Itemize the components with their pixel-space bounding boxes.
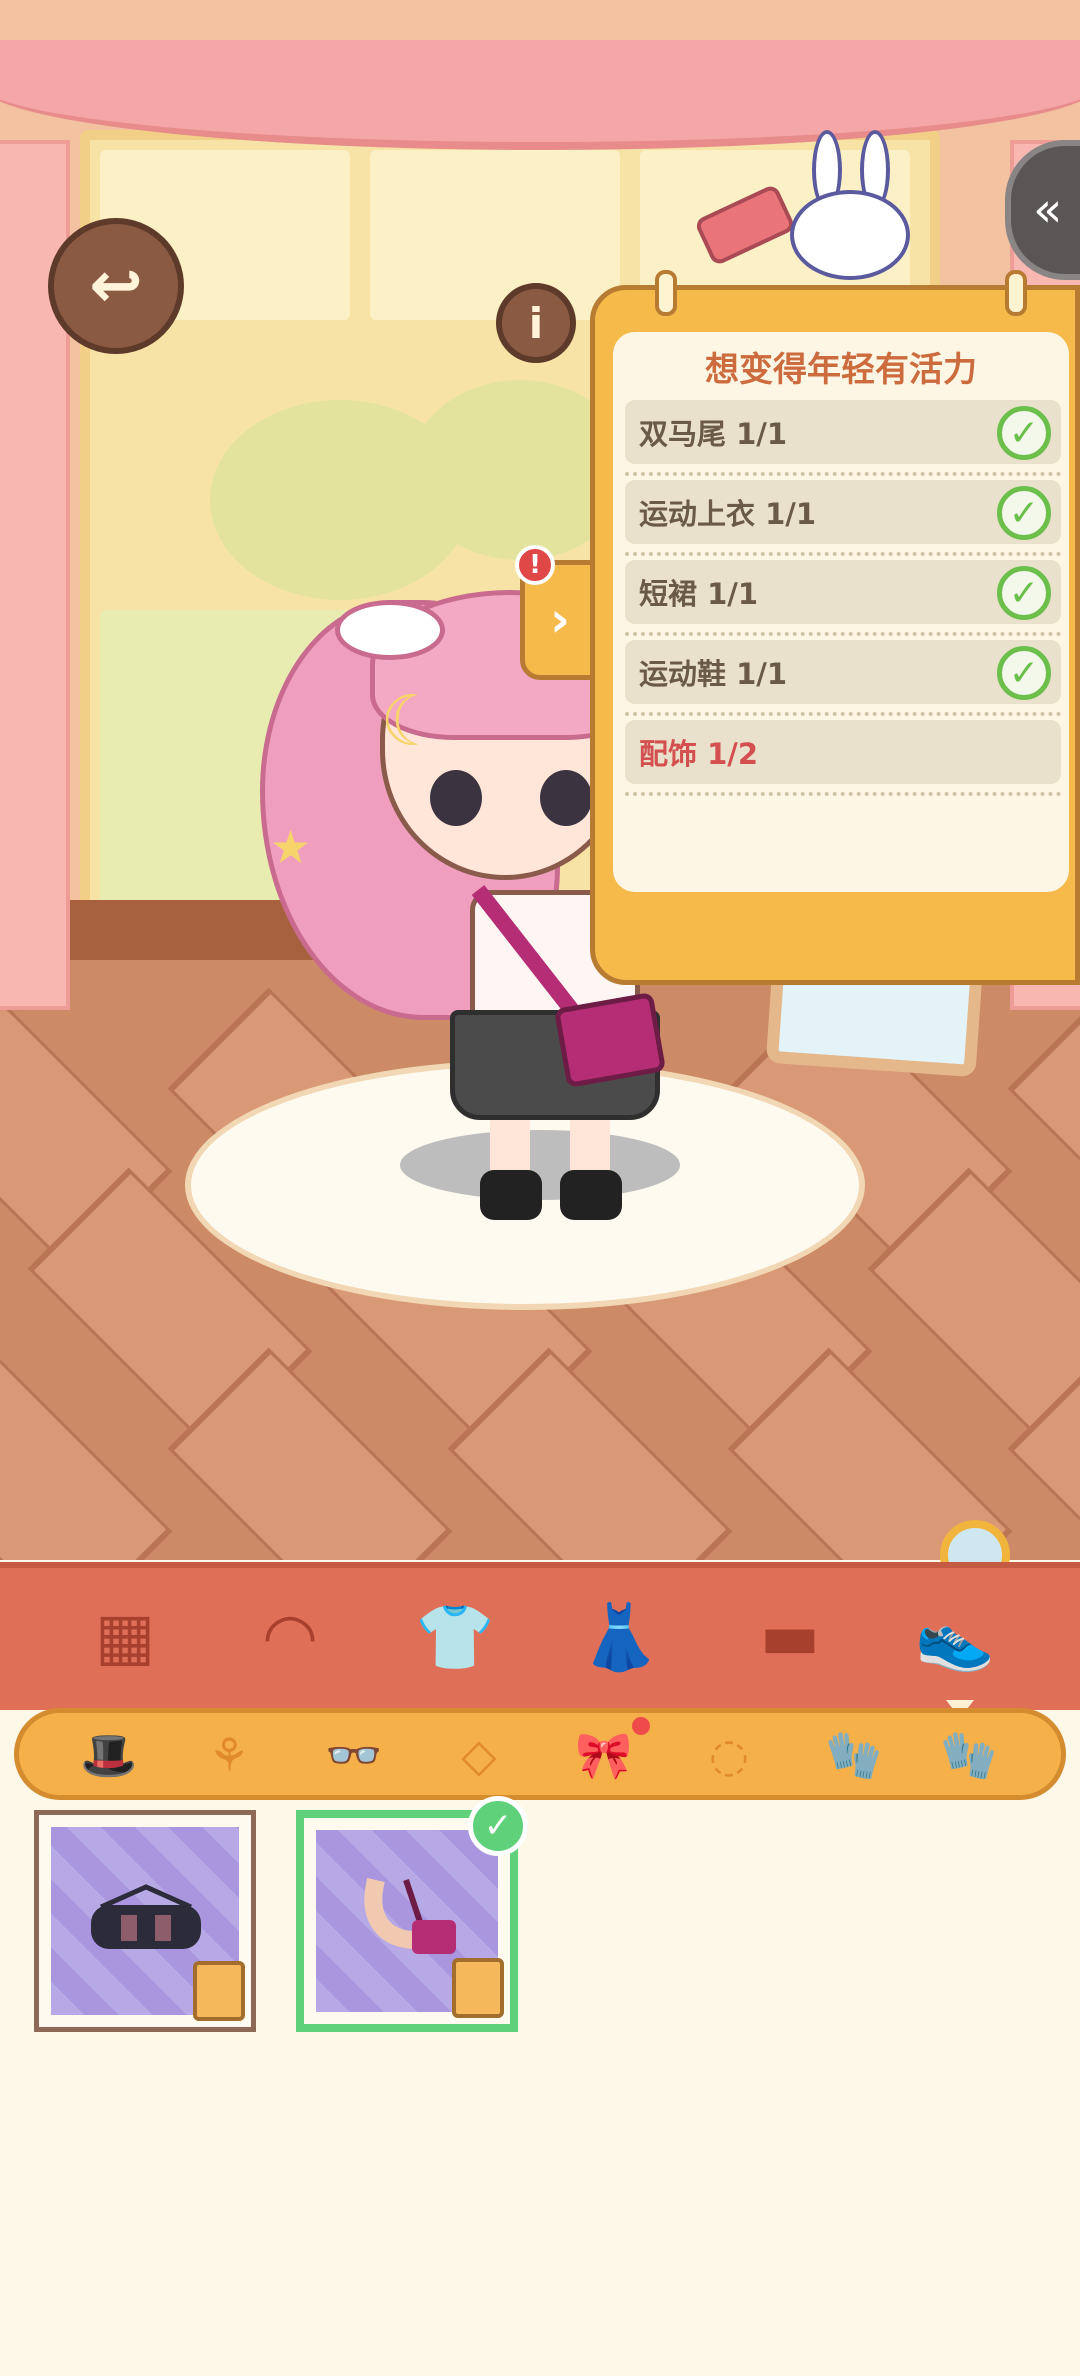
category-all[interactable]: ▦	[75, 1592, 175, 1682]
hat-icon: 🎩	[80, 1727, 138, 1782]
clipboard-icon	[193, 1961, 245, 2021]
shirt-icon: 👕	[415, 1600, 495, 1675]
subcategory-earrings[interactable]: ⚘	[184, 1723, 274, 1787]
category-top[interactable]: 👕	[405, 1592, 505, 1682]
back-button[interactable]: ↩	[48, 218, 184, 354]
star-hairclip-icon: ★	[270, 820, 312, 874]
subcategory-glasses[interactable]: 👓	[309, 1723, 399, 1787]
bow-icon: 🎀	[575, 1727, 633, 1782]
equipped-check-icon: ✓	[468, 1796, 528, 1856]
category-bottom[interactable]: ▬	[740, 1592, 840, 1682]
quest-card: 想变得年轻有活力 双马尾 1/1 ✓ 运动上衣 1/1 ✓ 短裙 1/1 ✓ 运…	[613, 332, 1069, 892]
mitten-icon: 🧤	[825, 1727, 883, 1782]
necklace-icon: ◇	[461, 1728, 497, 1782]
check-icon: ✓	[997, 566, 1051, 620]
subcategory-necklace[interactable]: ◇	[434, 1723, 524, 1787]
category-shoes[interactable]: 👟	[905, 1592, 1005, 1682]
category-hair[interactable]: ◠	[240, 1592, 340, 1682]
quest-row: 双马尾 1/1 ✓	[625, 400, 1061, 464]
crossbody-bag-icon	[364, 1877, 456, 1954]
dress-icon: 👗	[580, 1600, 660, 1675]
character-eye-right	[540, 770, 592, 826]
character-crossbody-bag	[553, 991, 667, 1089]
moon-hairclip-icon: ☾	[380, 680, 443, 762]
shorts-icon: ▬	[759, 1600, 821, 1674]
glasses-icon: 👓	[325, 1727, 383, 1782]
hair-icon: ◠	[262, 1600, 318, 1674]
category-bar: ▦ ◠ 👕 👗 ▬ 👟	[0, 1562, 1080, 1710]
bunny-mascot	[790, 130, 910, 280]
subcategory-bracelet[interactable]: ◌	[684, 1723, 774, 1787]
clipboard-icon	[452, 1958, 504, 2018]
character-hair-bow	[335, 600, 445, 660]
chevron-right-icon: ›	[550, 592, 570, 648]
info-icon: i	[528, 298, 544, 348]
new-item-dot	[632, 1717, 650, 1735]
dressing-room-scene: ☾ ★ ↩ i « › ! 想变得年轻有活力 双马尾 1/1 ✓ 运动上衣 1/…	[0, 0, 1080, 1560]
subcategory-hat[interactable]: 🎩	[64, 1723, 154, 1787]
bracelet-icon: ◌	[708, 1728, 750, 1782]
quest-row: 运动鞋 1/1 ✓	[625, 640, 1061, 704]
subcategory-glove[interactable]: 🧤	[809, 1723, 899, 1787]
panel-clip-left	[655, 270, 677, 316]
shoe-icon: 👟	[915, 1600, 995, 1675]
character-sneaker-left	[480, 1170, 542, 1220]
panel-clip-right	[1005, 270, 1027, 316]
check-icon: ✓	[997, 406, 1051, 460]
quest-title: 想变得年轻有活力	[705, 350, 977, 390]
mitten-icon: 🧤	[940, 1727, 998, 1782]
quest-row: 运动上衣 1/1 ✓	[625, 480, 1061, 544]
info-button[interactable]: i	[496, 283, 576, 363]
quest-row: 短裙 1/1 ✓	[625, 560, 1061, 624]
earring-icon: ⚘	[208, 1728, 250, 1782]
character-sneaker-right	[560, 1170, 622, 1220]
item-duffel-bag[interactable]	[34, 1810, 256, 2032]
check-icon: ✓	[997, 646, 1051, 700]
double-chevron-left-icon: «	[1033, 182, 1063, 238]
subcategory-bar: 🎩 ⚘ 👓 ◇ 🎀 ◌ 🧤 🧤	[14, 1708, 1066, 1800]
alert-badge: !	[515, 545, 555, 585]
category-dress[interactable]: 👗	[570, 1592, 670, 1682]
duffel-bag-icon	[91, 1884, 201, 1949]
quest-panel: 想变得年轻有活力 双马尾 1/1 ✓ 运动上衣 1/1 ✓ 短裙 1/1 ✓ 运…	[590, 270, 1080, 985]
character-eye-left	[430, 770, 482, 826]
subcategory-glove-2[interactable]: 🧤	[924, 1723, 1014, 1787]
back-arrow-icon: ↩	[89, 249, 143, 323]
grid-icon: ▦	[94, 1600, 156, 1674]
check-icon: ✓	[997, 486, 1051, 540]
quest-row-pending: 配饰 1/2	[625, 720, 1061, 784]
